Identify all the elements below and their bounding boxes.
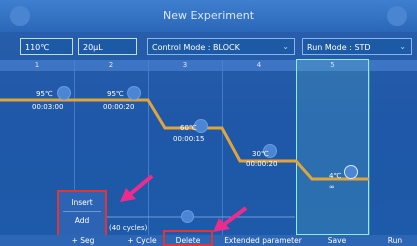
step-edit-knob[interactable] (127, 86, 141, 100)
annotation-arrow-icon (120, 174, 154, 202)
run-button[interactable]: Run (380, 235, 410, 246)
cycles-label: (40 cycles) (109, 224, 148, 232)
step1-temp: 95℃ (36, 90, 53, 98)
step3-temp: 60℃ (180, 124, 197, 132)
save-button[interactable]: Save (317, 235, 357, 246)
cycle-handle[interactable] (181, 210, 194, 223)
add-segment-button[interactable]: + Seg (62, 235, 104, 246)
add-menu-item[interactable]: Add (59, 216, 105, 225)
step5-temp: 4℃ (329, 172, 342, 180)
step4-temp: 30℃ (252, 150, 269, 158)
step2-temp: 95℃ (107, 90, 124, 98)
step2-time: 00:00:20 (103, 103, 135, 111)
popup-divider (63, 211, 101, 212)
step1-time: 00:03:00 (32, 103, 64, 111)
step-edit-knob[interactable] (57, 86, 71, 100)
annotation-arrow-icon (213, 206, 248, 232)
step5-time: ∞ (329, 183, 335, 191)
extended-parameter-button[interactable]: Extended parameter (219, 235, 307, 246)
add-cycle-button[interactable]: + Cycle (121, 235, 163, 246)
step3-time: 00:00:15 (173, 135, 205, 143)
step-edit-knob[interactable] (344, 165, 358, 179)
step4-time: 00:00:20 (246, 160, 278, 168)
insert-menu-item[interactable]: Insert (59, 198, 105, 207)
delete-highlight-box (163, 230, 213, 246)
